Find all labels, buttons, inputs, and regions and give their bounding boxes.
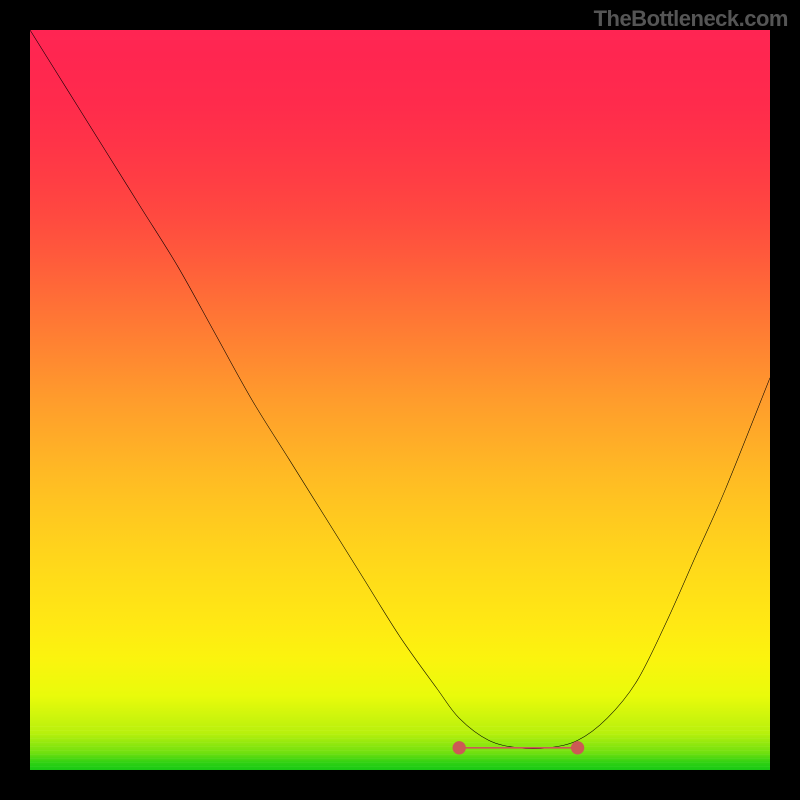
min-start-marker	[453, 741, 466, 754]
curve-path	[30, 30, 770, 749]
bottleneck-curve	[30, 30, 770, 770]
plot-area	[30, 30, 770, 770]
watermark-label: TheBottleneck.com	[594, 6, 788, 32]
min-end-marker	[571, 741, 584, 754]
chart-frame: TheBottleneck.com	[0, 0, 800, 800]
